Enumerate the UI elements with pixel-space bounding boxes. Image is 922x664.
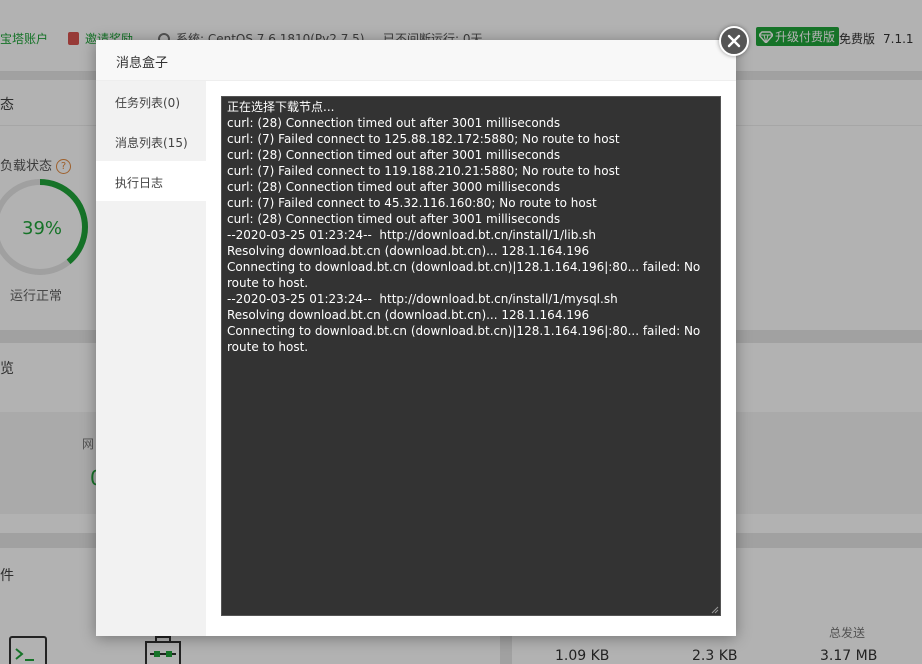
log-line: curl: (28) Connection timed out after 30… (227, 212, 561, 226)
close-button[interactable] (719, 26, 749, 56)
log-line: Resolving download.bt.cn (download.bt.cn… (227, 244, 590, 258)
execution-log-text: 正在选择下载节点... curl: (28) Connection timed o… (227, 99, 715, 355)
tab-task-list-label: 任务列表(0) (115, 96, 180, 110)
log-line: curl: (28) Connection timed out after 30… (227, 148, 561, 162)
execution-log-console[interactable]: 正在选择下载节点... curl: (28) Connection timed o… (221, 96, 721, 616)
tab-task-list[interactable]: 任务列表(0) (96, 81, 206, 121)
modal-header: 消息盒子 (96, 40, 736, 81)
log-line: --2020-03-25 01:23:24-- http://download.… (227, 292, 618, 306)
log-line: curl: (7) Failed connect to 125.88.182.1… (227, 132, 620, 146)
log-line: Connecting to download.bt.cn (download.b… (227, 260, 705, 290)
log-line: 正在选择下载节点... (227, 100, 335, 114)
log-line: curl: (28) Connection timed out after 30… (227, 116, 561, 130)
modal-sidebar: 任务列表(0) 消息列表(15) 执行日志 (96, 81, 206, 636)
tab-message-list[interactable]: 消息列表(15) (96, 121, 206, 161)
log-line: Resolving download.bt.cn (download.bt.cn… (227, 308, 590, 322)
log-line: curl: (7) Failed connect to 119.188.210.… (227, 164, 620, 178)
tab-execution-log[interactable]: 执行日志 (96, 161, 206, 201)
resize-handle-icon[interactable] (711, 606, 719, 614)
modal-title: 消息盒子 (116, 56, 169, 71)
close-icon (727, 34, 741, 48)
log-line: Connecting to download.bt.cn (download.b… (227, 324, 705, 354)
log-line: curl: (28) Connection timed out after 30… (227, 180, 561, 194)
tab-message-list-label: 消息列表(15) (115, 136, 188, 150)
log-line: --2020-03-25 01:23:24-- http://download.… (227, 228, 596, 242)
log-line: curl: (7) Failed connect to 45.32.116.16… (227, 196, 597, 210)
message-box-modal: 消息盒子 任务列表(0) 消息列表(15) 执行日志 正在选择下载节点... cu… (96, 40, 736, 636)
tab-execution-log-label: 执行日志 (115, 176, 164, 190)
